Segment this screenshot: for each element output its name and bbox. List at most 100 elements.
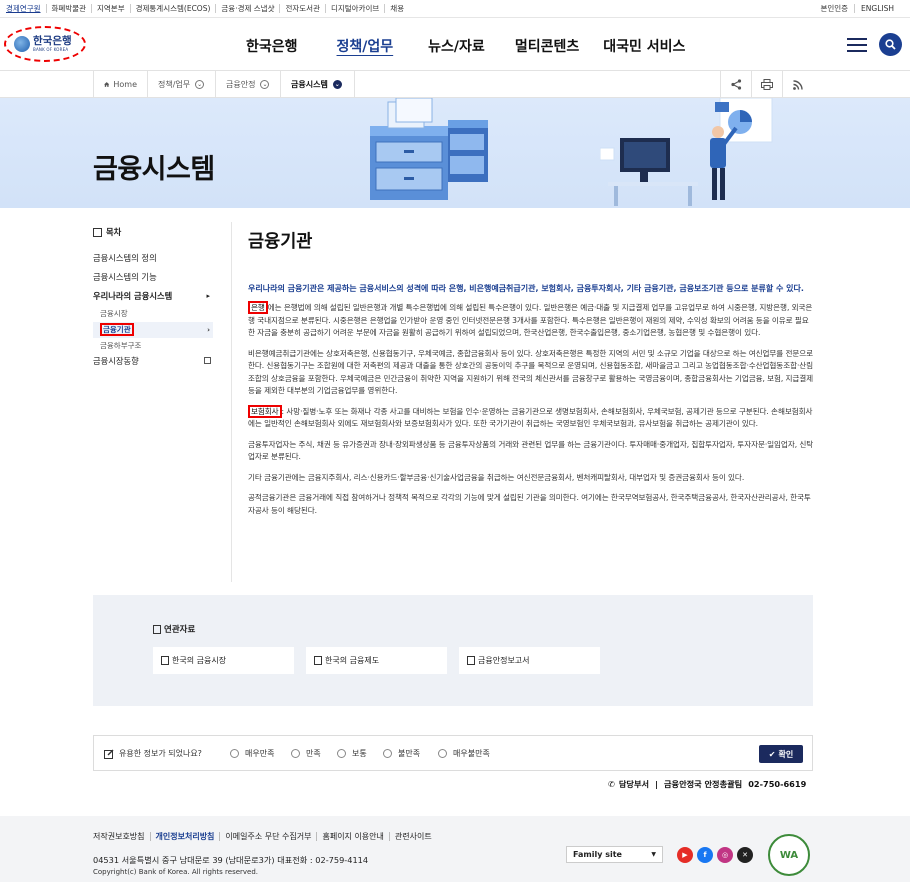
survey-option[interactable]: 만족	[291, 748, 321, 759]
sidebar-subitem-institutions[interactable]: 금융기관 ›	[93, 322, 213, 338]
x-icon[interactable]: ✕	[737, 847, 753, 863]
instagram-icon[interactable]: ◎	[717, 847, 733, 863]
util-link[interactable]: 경제통계시스템(ECOS)	[129, 4, 216, 13]
chevron-down-icon: ⌄	[332, 80, 342, 89]
nav-item-public-service[interactable]: 대국민 서비스	[603, 36, 685, 56]
search-button[interactable]	[879, 33, 902, 56]
radio-icon	[337, 749, 346, 758]
print-icon	[761, 79, 773, 90]
phone-icon: ✆	[608, 779, 615, 789]
document-icon	[161, 656, 169, 665]
dept-name: 금융안정국 안정총괄팀	[664, 779, 743, 789]
family-site-select[interactable]: Family site ▼	[566, 846, 663, 863]
util-link[interactable]: 금융·경제 스냅샷	[215, 4, 279, 13]
related-title: 연관자료	[153, 623, 195, 635]
survey-submit-button[interactable]: ✔ 확인	[759, 745, 803, 763]
survey-option-label: 만족	[306, 749, 321, 758]
edit-icon	[104, 749, 114, 759]
related-card-label: 한국의 금융제도	[325, 656, 380, 665]
youtube-icon[interactable]: ▶	[677, 847, 693, 863]
caret-right-icon: ▸	[206, 292, 210, 300]
radio-icon	[291, 749, 300, 758]
facebook-icon[interactable]: f	[697, 847, 713, 863]
nav-item-bok[interactable]: 한국은행	[246, 36, 298, 56]
util-link[interactable]: 디지털아카이브	[324, 4, 384, 13]
related-card[interactable]: 한국의 금융시장	[153, 647, 294, 674]
footer-link[interactable]: 저작권보호방침	[93, 832, 150, 841]
util-link[interactable]: 전자도서관	[279, 4, 325, 13]
footer-link-privacy[interactable]: 개인정보처리방침	[149, 832, 220, 841]
survey-submit-label: 확인	[778, 749, 794, 759]
survey-question: 유용한 정보가 되었나요?	[104, 748, 202, 759]
sidebar-subitem-market[interactable]: 금융시장	[93, 306, 213, 322]
sidebar-subitem-infrastructure[interactable]: 금융하부구조	[93, 338, 213, 354]
site-footer: 저작권보호방침 개인정보처리방침 이메일주소 무단 수집거부 홈페이지 이용안내…	[0, 816, 910, 882]
english-link[interactable]: ENGLISH	[854, 4, 900, 13]
utility-bar: 경제연구원 화폐박물관 지역본부 경제통계시스템(ECOS) 금융·경제 스냅샷…	[0, 0, 910, 18]
survey-option[interactable]: 매우만족	[230, 748, 274, 759]
radio-icon	[230, 749, 239, 758]
logo[interactable]: 한국은행 BANK OF KOREA	[4, 26, 86, 62]
office-worker-illustration	[600, 98, 773, 206]
document-icon	[467, 656, 475, 665]
related-card[interactable]: 한국의 금융제도	[306, 647, 447, 674]
nav-item-multicontents[interactable]: 멀티콘텐츠	[515, 36, 579, 56]
family-site-label: Family site	[573, 850, 622, 859]
breadcrumb-home-label: Home	[113, 80, 137, 89]
breadcrumb-stability[interactable]: 금융안정 ⌄	[216, 71, 281, 98]
document-icon	[153, 624, 161, 634]
filing-cabinet-illustration	[370, 98, 488, 200]
page-title: 금융기관	[248, 232, 313, 252]
survey-option[interactable]: 매우불만족	[438, 748, 490, 759]
sidebar-subitem-label: 금융기관	[100, 323, 134, 336]
nav-item-news[interactable]: 뉴스/자료	[428, 36, 485, 56]
related-card[interactable]: 금융안정보고서	[459, 647, 600, 674]
main-content: 금융기관 우리나라의 금융기관은 제공하는 금융서비스의 성격에 따라 은행, …	[248, 228, 814, 525]
breadcrumb-policy[interactable]: 정책/업무 ⌄	[148, 71, 216, 98]
related-title-label: 연관자료	[164, 625, 196, 635]
list-icon	[93, 227, 102, 237]
rss-button[interactable]	[782, 71, 813, 98]
lead-text: 우리나라의 금융기관은 제공하는 금융서비스의 성격에 따라 은행, 비은행예금…	[248, 284, 804, 293]
breadcrumb-current[interactable]: 금융시스템 ⌄	[281, 71, 355, 98]
sidebar-item-label: 우리나라의 금융시스템	[93, 291, 173, 301]
footer-link[interactable]: 이메일주소 무단 수집거부	[219, 832, 316, 841]
paragraph-public: 공적금융기관은 금융거래에 직접 참여하거나 정책적 목적으로 각각의 기능에 …	[248, 493, 811, 515]
toc-label: 목차	[106, 227, 122, 237]
auth-link[interactable]: 본인인증	[814, 4, 854, 13]
util-link[interactable]: 화폐박물관	[45, 4, 92, 13]
radio-icon	[438, 749, 447, 758]
footer-links: 저작권보호방침 개인정보처리방침 이메일주소 무단 수집거부 홈페이지 이용안내…	[93, 832, 437, 841]
share-button[interactable]	[720, 71, 751, 98]
nav-item-policy[interactable]: 정책/업무	[337, 36, 394, 56]
footer-link[interactable]: 홈페이지 이용안내	[316, 832, 388, 841]
sidebar-item-trends[interactable]: 금융시장동향	[93, 354, 213, 368]
chevron-down-icon: ⌄	[195, 80, 205, 89]
share-icon	[730, 79, 741, 90]
rss-icon	[793, 79, 803, 90]
web-accessibility-badge: WA	[768, 834, 810, 876]
survey-option[interactable]: 보통	[337, 748, 367, 759]
footer-link[interactable]: 관련사이트	[388, 832, 437, 841]
sidebar-item-function[interactable]: 금융시스템의 기능	[93, 268, 213, 287]
util-link[interactable]: 채용	[384, 4, 409, 13]
badge-label: WA	[779, 849, 799, 861]
sidebar-item-korea-system[interactable]: 우리나라의 금융시스템 ▸	[93, 287, 213, 306]
hamburger-menu-icon[interactable]	[847, 38, 867, 52]
sidebar-item-definition[interactable]: 금융시스템의 정의	[93, 249, 213, 268]
util-link[interactable]: 지역본부	[91, 4, 130, 13]
survey-option-label: 매우만족	[245, 749, 275, 758]
logo-subtext: BANK OF KOREA	[33, 47, 69, 53]
print-button[interactable]	[751, 71, 782, 98]
breadcrumb-home[interactable]: Home	[93, 71, 148, 98]
sidebar-item-label: 금융시장동향	[93, 356, 139, 366]
satisfaction-survey: 유용한 정보가 되었나요? 매우만족 만족 보통 불만족 매우불만족 ✔ 확인	[93, 735, 813, 771]
banner-title: 금융시스템	[93, 154, 215, 185]
separator: |	[655, 779, 659, 789]
toc-header: 목차	[93, 226, 213, 238]
util-link[interactable]: 경제연구원	[6, 4, 46, 13]
paragraph-investment: 금융투자업자는 주식, 채권 등 유가증권과 장내·장외파생상품 등 금융투자상…	[248, 439, 814, 462]
survey-option-label: 보통	[352, 749, 367, 758]
survey-option[interactable]: 불만족	[383, 748, 420, 759]
sidebar-nav: 목차 금융시스템의 정의 금융시스템의 기능 우리나라의 금융시스템 ▸ 금융시…	[93, 226, 213, 368]
